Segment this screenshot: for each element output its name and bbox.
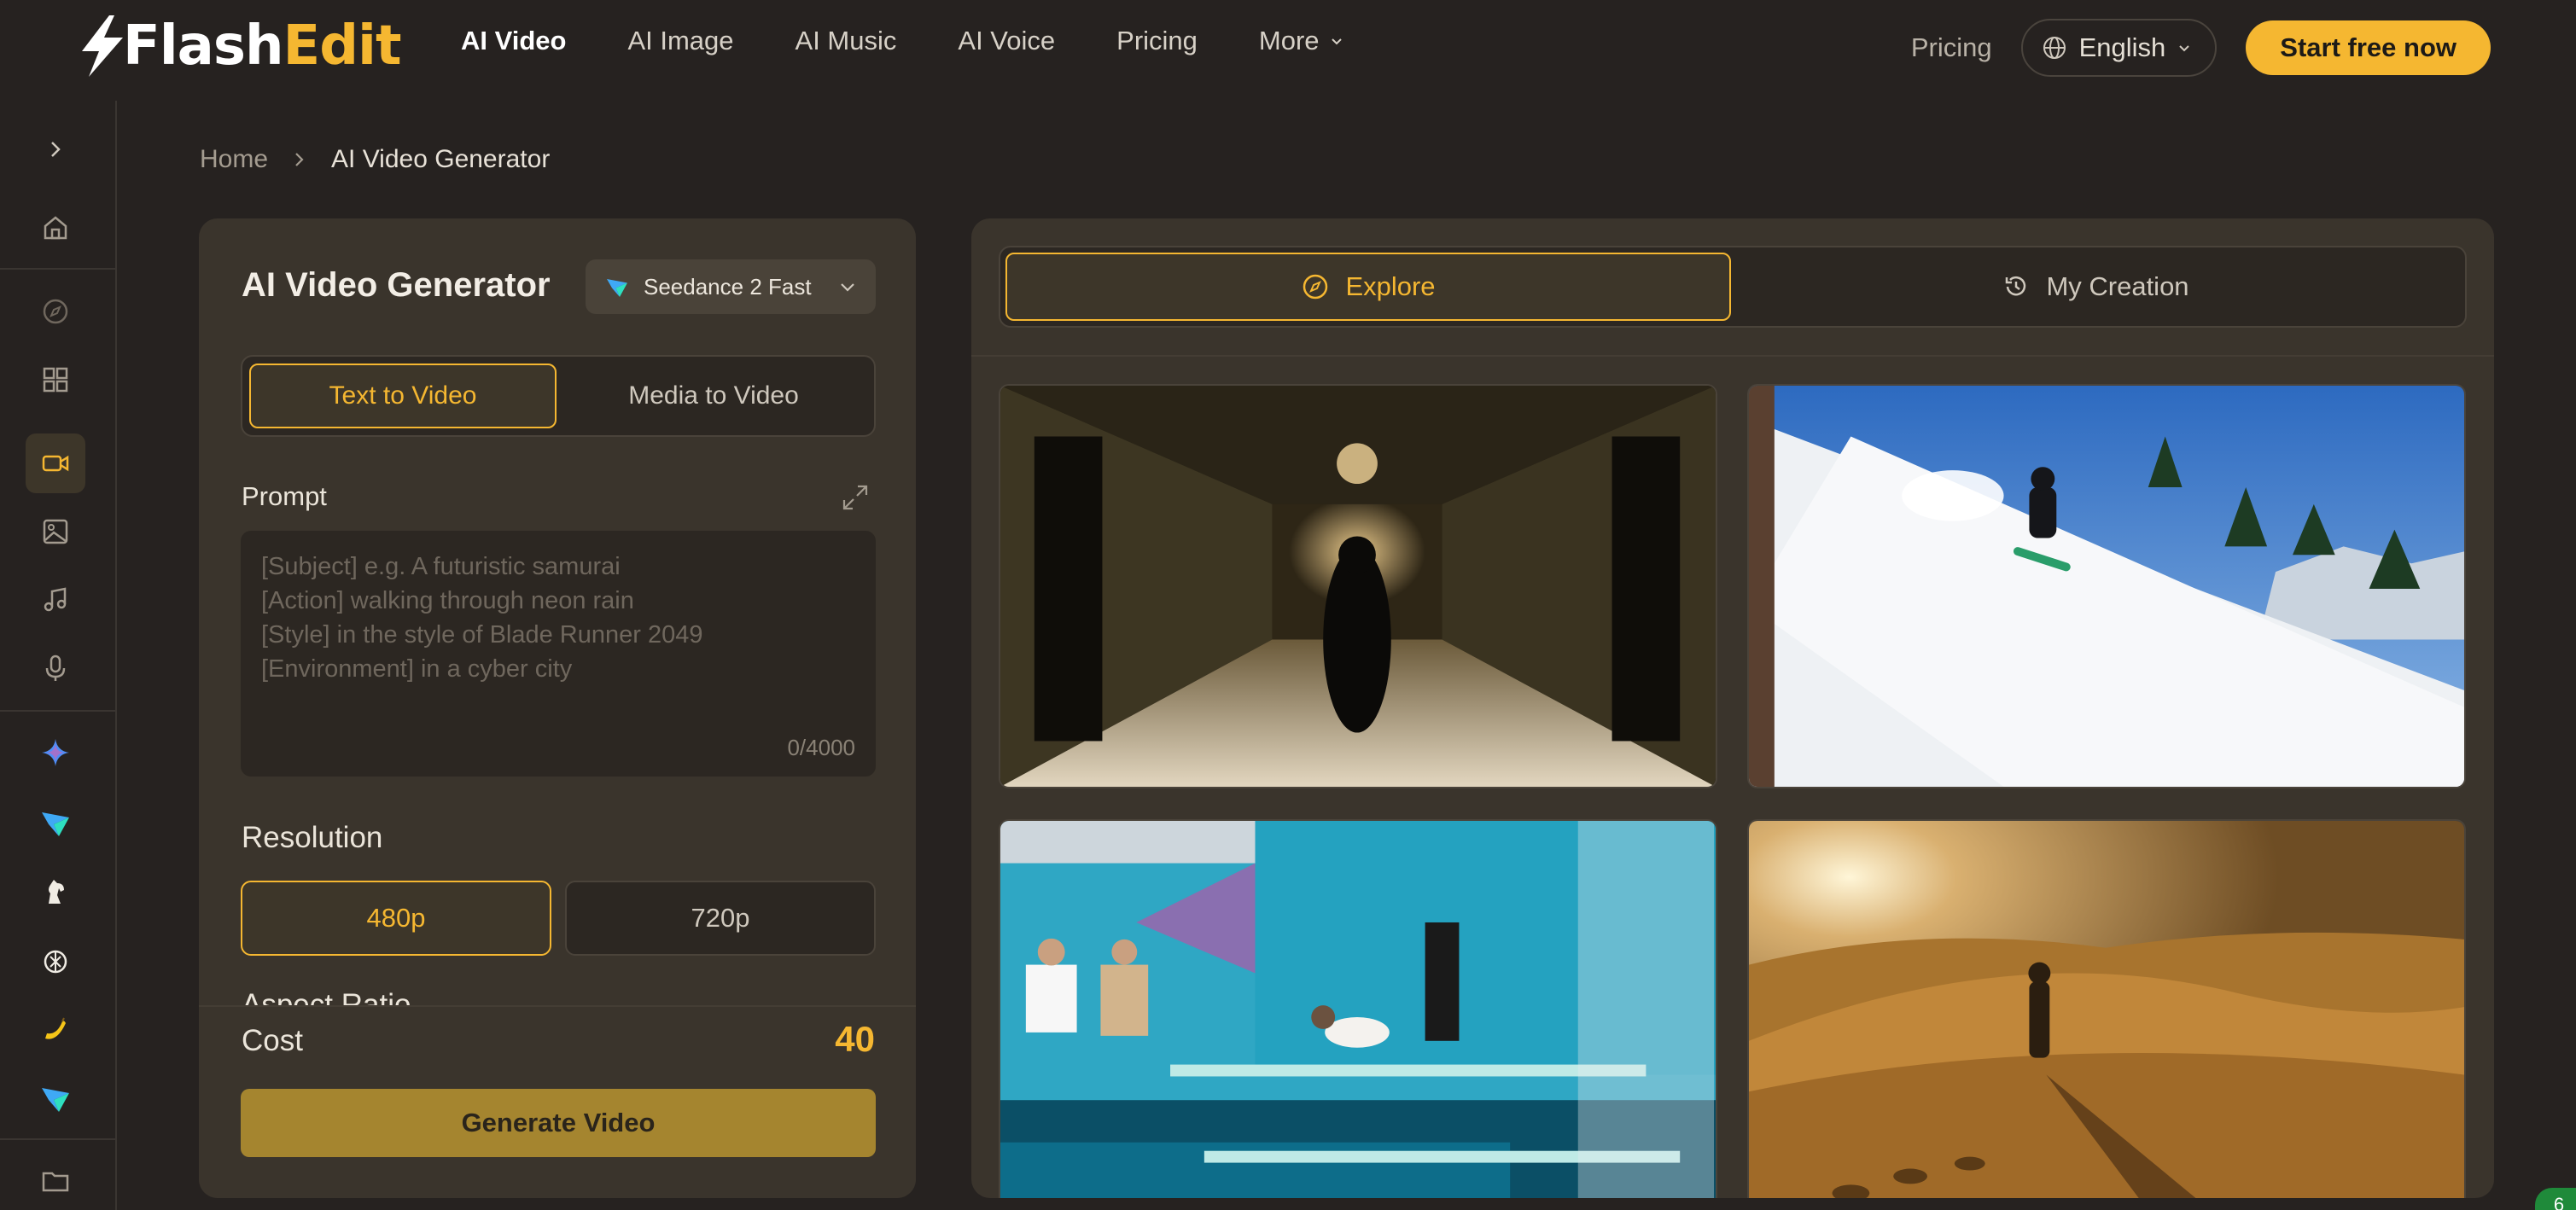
nav-more[interactable]: More [1259,26,1343,56]
desert-walker-video[interactable] [1747,819,2466,1198]
globe-icon [2043,37,2066,59]
language-selector[interactable]: English [2020,19,2218,77]
tab-my-creation-label: My Creation [2046,271,2189,301]
video-icon[interactable] [26,433,85,493]
nav-ai-video[interactable]: AI Video [461,26,566,56]
tab-explore-label: Explore [1345,271,1436,301]
resolution-480p-button[interactable]: 480p [241,881,551,956]
tab-explore[interactable]: Explore [1005,253,1731,321]
seedance-icon[interactable] [26,793,85,852]
folder-icon[interactable] [26,1150,85,1210]
openai-icon[interactable] [26,932,85,992]
music-icon[interactable] [26,570,85,630]
seedance-icon[interactable] [26,1068,85,1128]
expand-sidebar-chevron-icon[interactable] [26,119,85,179]
chevron-down-icon [1331,38,1342,45]
left-rail [0,101,117,1210]
gallery-tabs: Explore My Creation [999,246,2467,328]
breadcrumb-home[interactable]: Home [200,145,268,174]
aspect-ratio-label: Aspect Ratio [242,988,411,1005]
cost-label: Cost [242,1024,303,1057]
nav-ai-image[interactable]: AI Image [627,26,733,56]
nav-pricing[interactable]: Pricing [1116,26,1198,56]
diving-cat-video[interactable] [999,819,1717,1198]
resolution-720p-button[interactable]: 720p [565,881,876,956]
expand-icon[interactable] [841,483,870,512]
flashedit-logo[interactable]: FlashEdit [77,12,402,80]
header-right: Pricing English Start free now [1911,19,2491,77]
cost-value: 40 [835,1019,875,1059]
home-icon[interactable] [26,198,85,258]
cost-footer: Cost 40 Generate Video [199,1005,916,1198]
image-icon[interactable] [26,502,85,561]
start-free-button[interactable]: Start free now [2246,20,2491,75]
horse-icon[interactable] [26,862,85,922]
header-pricing-link[interactable]: Pricing [1911,32,1992,63]
compass-icon [1303,274,1328,300]
hallway-runner-video[interactable] [999,384,1717,788]
compass-icon[interactable] [26,282,85,341]
nav-ai-voice[interactable]: AI Voice [958,26,1055,56]
generator-title: AI Video Generator [242,266,551,304]
resolution-label: Resolution [242,821,383,854]
top-bar: FlashEdit AI Video AI Image AI Music AI … [0,0,2576,94]
tab-my-creation[interactable]: My Creation [1733,253,2458,321]
breadcrumb-current: AI Video Generator [331,145,551,173]
grid-icon[interactable] [26,350,85,410]
notification-badge[interactable]: 6 [2535,1188,2576,1210]
model-label: Seedance 2 Fast [644,273,812,300]
media-to-video-tab[interactable]: Media to Video [560,364,867,428]
chevron-down-icon [2179,45,2189,52]
prompt-label: Prompt [242,481,327,511]
text-to-video-tab[interactable]: Text to Video [249,364,557,428]
mode-switch: Text to Video Media to Video [241,355,876,437]
main-nav: AI Video AI Image AI Music AI Voice Pric… [461,26,1405,56]
prompt-textarea[interactable]: [Subject] e.g. A futuristic samurai [Act… [241,531,876,777]
language-label: English [2078,32,2166,62]
banana-icon[interactable] [26,1000,85,1060]
prompt-placeholder: [Subject] e.g. A futuristic samurai [Act… [261,553,703,683]
chevron-right-icon [295,153,304,166]
generate-video-button[interactable]: Generate Video [241,1089,876,1157]
breadcrumb: Home AI Video Generator [200,145,550,174]
logo-text: FlashEdit [123,15,402,78]
seedance-icon [607,279,627,297]
prompt-char-count: 0/4000 [787,735,855,760]
history-icon [2006,276,2026,296]
lightning-logo-icon [82,15,123,77]
sparkle-icon[interactable] [26,723,85,782]
model-selector[interactable]: Seedance 2 Fast [586,259,876,314]
generator-panel: AI Video Generator Seedance 2 Fast Text … [199,218,916,1198]
nav-ai-music[interactable]: AI Music [796,26,897,56]
snowboarder-video[interactable] [1747,384,2466,788]
nav-more-label: More [1258,26,1320,55]
microphone-icon[interactable] [26,638,85,698]
gallery-panel: Explore My Creation [971,218,2494,1198]
chevron-down-icon [841,283,854,292]
